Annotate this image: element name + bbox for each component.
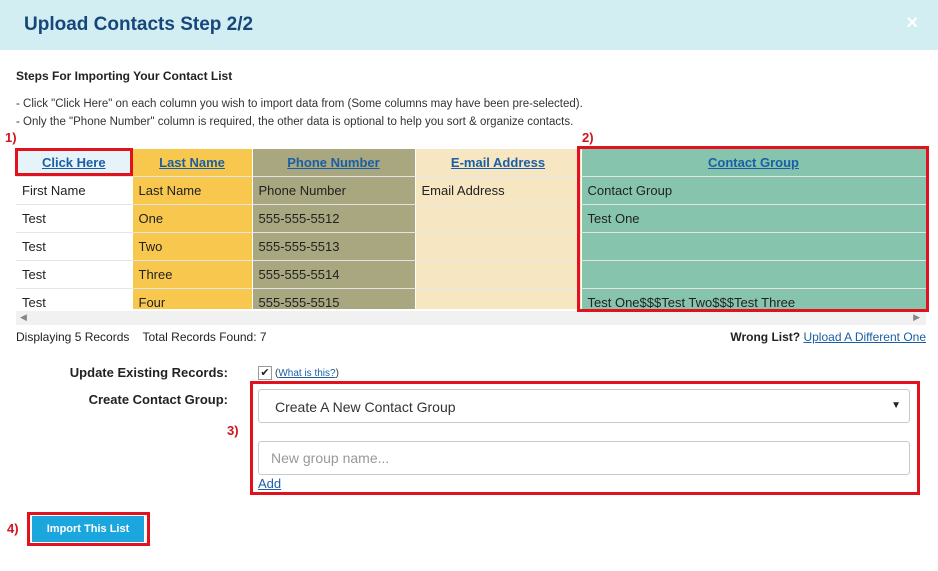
what-is-this: (What is this?) <box>275 368 339 379</box>
annotation-marker-1: 1) <box>5 130 17 145</box>
close-icon[interactable]: × <box>906 12 918 35</box>
table-cell <box>581 232 926 261</box>
modal-header: Upload Contacts Step 2/2 × <box>0 0 938 50</box>
scroll-right-icon[interactable]: ▶ <box>913 312 920 323</box>
records-count: Displaying 5 Records Total Records Found… <box>16 330 267 344</box>
table-cell: First Name <box>16 176 133 205</box>
column-header-3[interactable]: Phone Number <box>252 149 416 177</box>
column-header-link[interactable]: Last Name <box>159 155 225 170</box>
upload-different-link[interactable]: Upload A Different One <box>803 330 926 344</box>
table-cell: One <box>132 204 253 233</box>
horizontal-scrollbar[interactable]: ◀ ▶ <box>16 311 926 325</box>
table-cell: 555-555-5513 <box>252 232 416 261</box>
column-header-link[interactable]: Contact Group <box>708 155 799 170</box>
scroll-left-icon[interactable]: ◀ <box>20 312 27 323</box>
table-row: Test Three 555-555-5514 <box>16 260 926 289</box>
table-cell <box>415 260 582 289</box>
table-cell: Four <box>132 288 253 309</box>
table-cell <box>415 204 582 233</box>
table-cell: 555-555-5512 <box>252 204 416 233</box>
instruction-line-2: - Only the "Phone Number" column is requ… <box>16 116 574 128</box>
column-header-link[interactable]: Click Here <box>42 155 106 170</box>
column-header-link[interactable]: Phone Number <box>287 155 379 170</box>
table-cell: Phone Number <box>252 176 416 205</box>
annotation-marker-3: 3) <box>227 423 239 438</box>
column-header-4[interactable]: E-mail Address <box>415 149 582 177</box>
table-cell: Test <box>16 260 133 289</box>
column-header-2[interactable]: Last Name <box>132 149 253 177</box>
table-cell: Test <box>16 204 133 233</box>
annotation-marker-4: 4) <box>7 521 19 536</box>
table-cell: Email Address <box>415 176 582 205</box>
table-cell: Test One <box>581 204 926 233</box>
chevron-down-icon: ▼ <box>891 400 901 411</box>
table-row: Test Two 555-555-5513 <box>16 232 926 261</box>
table-cell: Three <box>132 260 253 289</box>
what-is-this-link[interactable]: What is this? <box>278 368 335 379</box>
table-cell: Test One$$$Test Two$$$Test Three <box>581 288 926 309</box>
table-cell: Last Name <box>132 176 253 205</box>
table-cell <box>581 260 926 289</box>
update-records-label: Update Existing Records: <box>69 365 228 380</box>
table-cell: Contact Group <box>581 176 926 205</box>
table-cell <box>415 232 582 261</box>
table-header-row: Click Here Last Name Phone Number E-mail… <box>16 149 926 177</box>
table-cell: Test <box>16 288 133 309</box>
table-row: Test Four 555-555-5515 Test One$$$Test T… <box>16 288 926 309</box>
modal-title: Upload Contacts Step 2/2 <box>24 14 254 35</box>
table-cell: Two <box>132 232 253 261</box>
import-list-button[interactable]: Import This List <box>32 516 144 542</box>
table-row: Test One 555-555-5512 Test One <box>16 204 926 233</box>
column-header-1[interactable]: Click Here <box>16 149 133 177</box>
group-name-input[interactable] <box>258 441 910 475</box>
add-group-link[interactable]: Add <box>258 476 281 491</box>
steps-title: Steps For Importing Your Contact List <box>16 69 233 83</box>
table-cell: 555-555-5514 <box>252 260 416 289</box>
wrong-list: Wrong List? Upload A Different One <box>730 330 926 344</box>
annotation-marker-2: 2) <box>582 130 594 145</box>
column-header-link[interactable]: E-mail Address <box>451 155 545 170</box>
contact-group-select-value: Create A New Contact Group <box>275 399 456 415</box>
import-table: Click Here Last Name Phone Number E-mail… <box>16 149 926 309</box>
column-header-5[interactable]: Contact Group <box>581 149 926 177</box>
update-records-checkbox[interactable]: ✔ <box>258 366 272 380</box>
table-cell: 555-555-5515 <box>252 288 416 309</box>
wrong-list-label: Wrong List? <box>730 330 801 344</box>
contact-group-select[interactable]: Create A New Contact Group ▼ <box>258 389 910 423</box>
instruction-line-1: - Click "Click Here" on each column you … <box>16 98 583 110</box>
table-cell: Test <box>16 232 133 261</box>
table-cell <box>415 288 582 309</box>
create-group-label: Create Contact Group: <box>88 392 228 407</box>
table-row: First Name Last Name Phone Number Email … <box>16 176 926 205</box>
